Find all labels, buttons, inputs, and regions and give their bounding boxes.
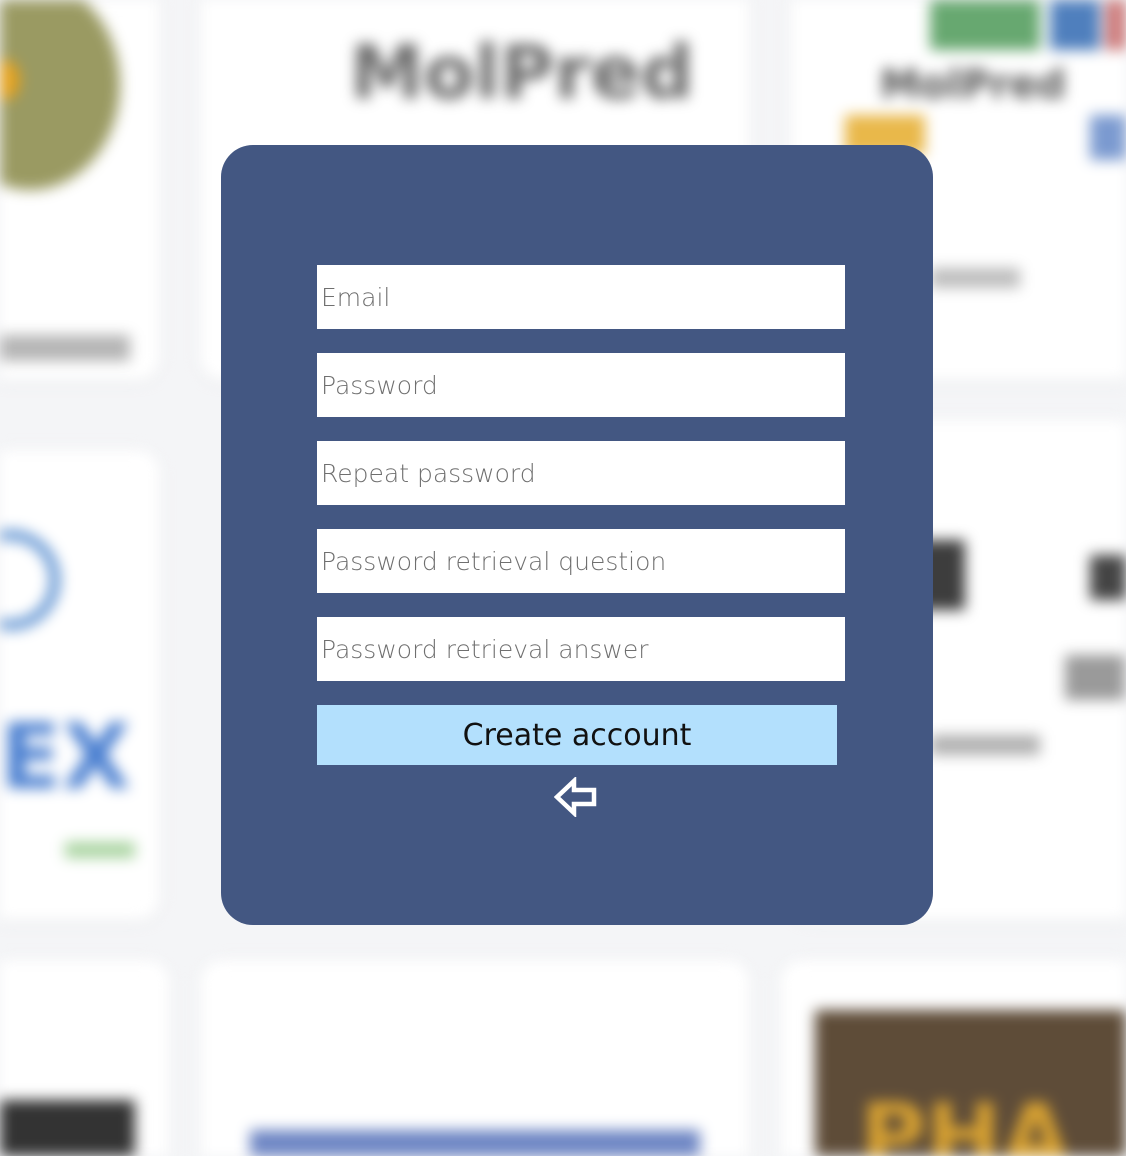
blurred-text	[930, 735, 1040, 755]
password-field[interactable]	[317, 353, 845, 417]
blurred-text	[930, 268, 1020, 288]
blurred-logo-graphic: EX	[0, 705, 131, 810]
back-button[interactable]	[553, 775, 600, 819]
email-field[interactable]	[317, 265, 845, 329]
blurred-logo: MolPred	[880, 62, 1066, 108]
blurred-image	[1090, 555, 1126, 600]
blurred-text	[0, 335, 130, 361]
create-account-button[interactable]: Create account	[317, 705, 837, 765]
blurred-logo: PHA	[860, 1085, 1071, 1156]
blurred-logo: MolPred	[350, 30, 694, 116]
signup-modal: Create account	[221, 145, 933, 925]
retrieval-answer-field[interactable]	[317, 617, 845, 681]
blurred-logo-graphic	[1105, 0, 1126, 50]
back-arrow-icon	[553, 775, 597, 819]
blurred-image	[250, 1130, 700, 1156]
blurred-logo-graphic	[930, 0, 1040, 50]
blurred-text	[65, 842, 135, 858]
background-card	[200, 960, 750, 1156]
blurred-text	[1065, 655, 1125, 700]
retrieval-question-field[interactable]	[317, 529, 845, 593]
repeat-password-field[interactable]	[317, 441, 845, 505]
blurred-image	[0, 1100, 135, 1156]
blurred-logo-graphic	[1050, 0, 1100, 50]
blurred-logo-graphic	[1090, 115, 1126, 160]
